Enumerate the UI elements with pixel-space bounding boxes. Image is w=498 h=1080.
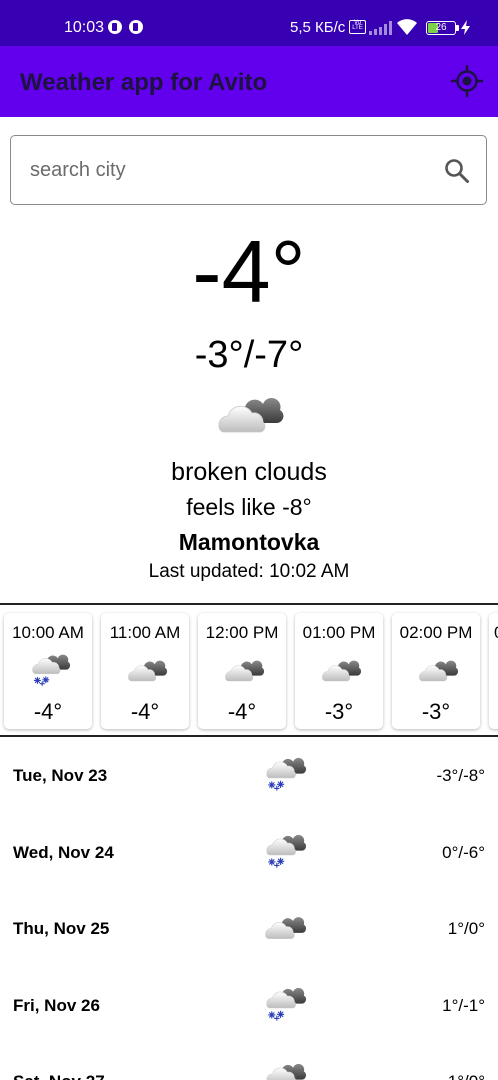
hour-temperature: -4° <box>33 699 63 724</box>
status-bar: 10:03 5,5 КБ/с Vo LTE 26 <box>0 0 498 46</box>
current-temperature: -4° <box>192 222 306 321</box>
snow-icon <box>29 651 71 687</box>
battery-level-text: 26 <box>435 22 447 33</box>
broken-clouds-icon <box>215 388 285 436</box>
network-speed: 5,5 КБ/с <box>290 19 346 36</box>
clouds-icon <box>320 651 362 687</box>
hour-time: 02:00 PM <box>399 623 473 642</box>
hourly-forecast[interactable]: 10:00 AM -4° 11:00 AM -4° 12:00 PM -4° 0… <box>0 605 498 735</box>
clouds-icon <box>417 651 459 687</box>
city-name: Mamontovka <box>178 529 320 555</box>
daily-row[interactable]: Sat, Nov 27 1°/0° <box>0 1057 498 1080</box>
day-temperature-range: 1°/0° <box>448 1072 485 1080</box>
day-temperature-range: 1°/-1° <box>442 996 485 1015</box>
hourly-card[interactable]: 01:00 PM -3° <box>295 613 383 729</box>
hourly-card[interactable]: 11:00 AM -4° <box>101 613 189 729</box>
notification-icon <box>129 20 143 34</box>
daily-row[interactable]: Wed, Nov 24 0°/-6° <box>0 828 498 878</box>
snow-icon <box>263 983 307 1023</box>
hour-temperature: -3° <box>324 699 354 724</box>
day-date: Sat, Nov 27 <box>13 1072 105 1080</box>
day-date: Thu, Nov 25 <box>13 919 110 938</box>
clouds-icon <box>263 906 307 946</box>
wifi-icon <box>397 19 417 35</box>
notification-icon <box>108 20 122 34</box>
day-date: Tue, Nov 23 <box>13 766 108 785</box>
day-date: Fri, Nov 26 <box>13 996 100 1015</box>
daily-row[interactable]: Fri, Nov 26 1°/-1° <box>0 981 498 1031</box>
clouds-icon <box>223 651 265 687</box>
daily-row[interactable]: Thu, Nov 25 1°/0° <box>0 904 498 954</box>
weather-description: broken clouds <box>171 458 327 486</box>
hour-time: 0 <box>489 623 498 643</box>
feels-like: feels like -8° <box>186 494 312 520</box>
day-date: Wed, Nov 24 <box>13 843 114 862</box>
search-box <box>10 135 487 205</box>
search-icon[interactable] <box>444 158 470 184</box>
temperature-range: -3°/-7° <box>194 334 304 376</box>
snow-icon <box>263 1059 307 1080</box>
snow-icon <box>263 830 307 870</box>
hourly-card[interactable]: 10:00 AM -4° <box>4 613 92 729</box>
hour-time: 01:00 PM <box>302 623 376 642</box>
hour-time: 12:00 PM <box>205 623 279 642</box>
charging-icon <box>461 20 470 35</box>
app-title: Weather app for Avito <box>20 69 268 96</box>
app-bar: Weather app for Avito <box>0 46 498 117</box>
hourly-card[interactable]: 12:00 PM -4° <box>198 613 286 729</box>
daily-row[interactable]: Tue, Nov 23 -3°/-8° <box>0 751 498 801</box>
volte-icon: Vo LTE <box>349 20 366 34</box>
battery-icon: 26 <box>426 21 456 35</box>
signal-icon <box>369 21 393 35</box>
day-temperature-range: 1°/0° <box>447 919 485 938</box>
clouds-icon <box>126 651 168 687</box>
day-temperature-range: -3°/-8° <box>436 766 485 785</box>
day-temperature-range: 0°/-6° <box>442 843 485 862</box>
divider <box>0 735 498 737</box>
search-input[interactable] <box>30 156 430 184</box>
hour-time: 10:00 AM <box>12 623 84 642</box>
hour-temperature: -3° <box>421 699 451 724</box>
last-updated: Last updated: 10:02 AM <box>148 561 350 582</box>
snow-icon <box>263 753 307 793</box>
hourly-card[interactable]: 0 <box>489 613 498 729</box>
battery-tip <box>456 25 459 31</box>
hour-time: 11:00 AM <box>109 623 181 642</box>
status-time: 10:03 <box>64 19 105 36</box>
my-location-icon[interactable] <box>449 63 485 99</box>
hourly-card[interactable]: 02:00 PM -3° <box>392 613 480 729</box>
hour-temperature: -4° <box>227 699 257 724</box>
hour-temperature: -4° <box>130 699 160 724</box>
